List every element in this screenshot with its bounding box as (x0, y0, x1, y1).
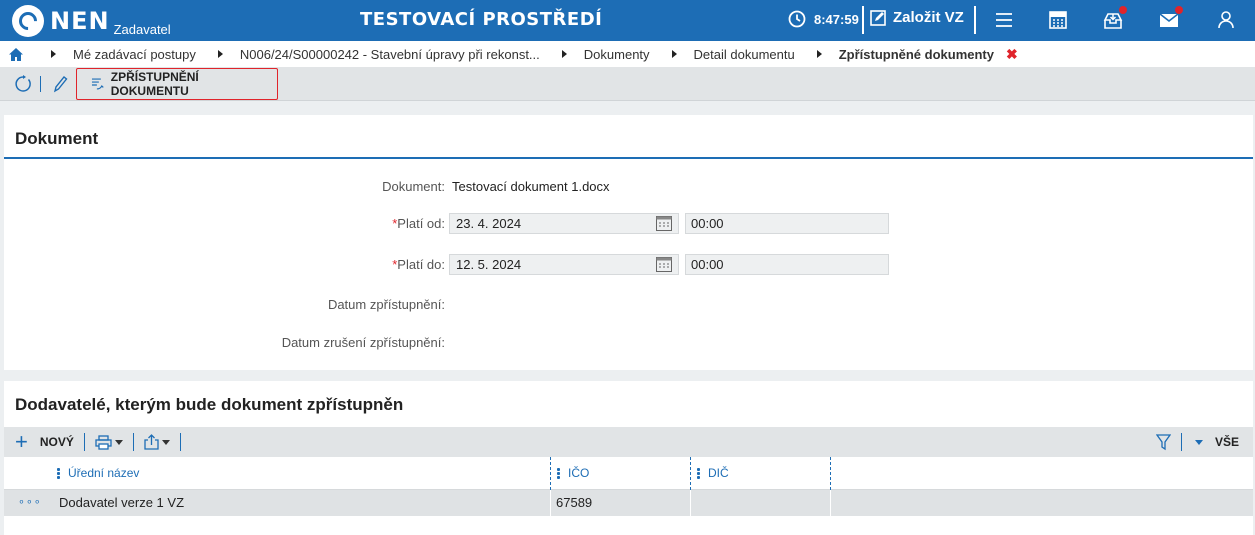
column-header-dic[interactable]: DIČ (697, 466, 729, 480)
session-time: 8:47:59 (814, 11, 859, 27)
environment-title: TESTOVACÍ PROSTŘEDÍ (360, 9, 603, 30)
print-menu-button[interactable] (95, 434, 123, 450)
export-menu-button[interactable] (144, 434, 170, 450)
breadcrumb-current: Zpřístupněné dokumenty (838, 46, 994, 62)
action-toolbar: ZPŘÍSTUPNĚNÍ DOKUMENTU (0, 67, 1255, 101)
more-icon[interactable]: ∘∘∘ (18, 495, 42, 508)
filter-icon[interactable] (1155, 433, 1171, 451)
toolbar-divider (132, 433, 134, 451)
breadcrumb-separator-icon (816, 50, 822, 58)
plus-icon[interactable]: + (15, 431, 28, 453)
access-date-row: Datum zpřístupnění: (4, 294, 1253, 314)
cell-divider (690, 490, 691, 516)
calculator-icon[interactable] (1046, 9, 1070, 31)
column-header-ico[interactable]: IČO (557, 466, 589, 480)
notification-dot (1119, 6, 1127, 14)
menu-icon[interactable] (992, 9, 1016, 31)
section-title: Dokument (4, 115, 1253, 159)
chevron-down-icon[interactable] (1194, 439, 1203, 445)
breadcrumb-item[interactable]: Dokumenty (584, 47, 650, 62)
toolbar-divider (83, 433, 85, 451)
breadcrumb-separator-icon (217, 50, 223, 58)
notification-dot (1175, 6, 1183, 14)
logo[interactable]: NEN Zadavatel (12, 4, 171, 38)
valid-from-row: *Platí od: 23. 4. 2024 00:00 (4, 212, 1253, 234)
valid-from-date-value: 23. 4. 2024 (456, 215, 522, 231)
breadcrumb-separator-icon (51, 50, 56, 58)
pencil-icon[interactable] (52, 75, 68, 93)
calendar-icon[interactable] (656, 256, 672, 272)
breadcrumb: Mé zadávací postupy N006/24/S00000242 - … (0, 41, 1255, 67)
header-divider (862, 6, 864, 34)
column-menu-icon[interactable] (57, 467, 60, 480)
logo-icon (12, 5, 44, 37)
valid-to-date-value: 12. 5. 2024 (456, 256, 522, 272)
document-row: Dokument: Testovací dokument 1.docx (4, 176, 1253, 196)
document-access-icon (91, 78, 104, 90)
valid-to-time-input[interactable]: 00:00 (685, 253, 889, 275)
toolbar-divider (1180, 433, 1182, 451)
breadcrumb-separator-icon (671, 50, 677, 58)
valid-from-date-input[interactable]: 23. 4. 2024 (449, 212, 679, 234)
print-icon (95, 434, 112, 450)
new-vz-button[interactable]: Založit VZ (870, 9, 964, 26)
home-icon[interactable] (9, 47, 23, 61)
column-header-label: Úřední název (68, 466, 140, 480)
access-date-label: Datum zpřístupnění: (327, 296, 445, 312)
edit-box-icon (870, 10, 886, 26)
refresh-icon[interactable] (14, 75, 32, 93)
filter-all-button[interactable]: VŠE (1215, 435, 1239, 449)
mail-icon[interactable] (1157, 6, 1183, 31)
document-value: Testovací dokument 1.docx (452, 178, 610, 194)
new-vz-label: Založit VZ (893, 9, 964, 26)
grid-toolbar: + NOVÝ VŠE (4, 427, 1253, 457)
cell-name: Dodavatel verze 1 VZ (59, 495, 185, 510)
cancel-date-label: Datum zrušení zpřístupnění: (281, 334, 445, 350)
access-document-button[interactable]: ZPŘÍSTUPNĚNÍ DOKUMENTU (76, 68, 278, 100)
table-row[interactable]: ∘∘∘ Dodavatel verze 1 VZ 67589 (4, 490, 1253, 516)
calendar-icon[interactable] (656, 215, 672, 231)
breadcrumb-separator-icon (561, 50, 567, 58)
valid-from-time-input[interactable]: 00:00 (685, 212, 889, 234)
breadcrumb-item[interactable]: N006/24/S00000242 - Stavební úpravy při … (240, 47, 540, 62)
column-menu-icon[interactable] (697, 467, 700, 480)
cancel-date-row: Datum zrušení zpřístupnění: (4, 332, 1253, 352)
close-icon[interactable]: ✖ (1006, 46, 1018, 63)
new-supplier-button[interactable]: NOVÝ (40, 435, 74, 449)
document-label: Dokument: (382, 178, 445, 194)
user-icon[interactable] (1214, 9, 1238, 31)
logo-subtitle: Zadavatel (113, 21, 171, 37)
export-icon (144, 434, 159, 450)
suppliers-section: Dodavatelé, kterým bude dokument zpřístu… (4, 381, 1253, 535)
breadcrumb-item[interactable]: Mé zadávací postupy (73, 47, 196, 62)
cell-divider (830, 490, 831, 516)
column-menu-icon[interactable] (557, 467, 560, 480)
cell-divider (550, 490, 551, 516)
breadcrumb-item[interactable]: Detail dokumentu (694, 47, 795, 62)
clock-icon (788, 10, 806, 28)
valid-from-label: *Platí od: (392, 215, 445, 231)
valid-to-label: *Platí do: (392, 256, 445, 272)
cell-ico: 67589 (556, 495, 593, 510)
chevron-down-icon (161, 439, 170, 445)
toolbar-divider (179, 433, 181, 451)
grid-filter-area: VŠE (1155, 433, 1239, 451)
header-divider (974, 6, 976, 34)
section-title: Dodavatelé, kterým bude dokument zpřístu… (15, 395, 404, 414)
access-document-label: ZPŘÍSTUPNĚNÍ DOKUMENTU (110, 70, 199, 98)
column-header-name[interactable]: Úřední název (57, 466, 139, 480)
document-section: Dokument Dokument: Testovací dokument 1.… (4, 115, 1253, 370)
valid-to-row: *Platí do: 12. 5. 2024 00:00 (4, 253, 1253, 275)
toolbar-divider (40, 76, 41, 92)
top-bar: NEN Zadavatel TESTOVACÍ PROSTŘEDÍ 8:47:5… (0, 0, 1255, 41)
logo-text: NEN (50, 7, 110, 35)
inbox-icon[interactable] (1101, 6, 1127, 31)
column-header-label: IČO (568, 466, 590, 480)
session-timer: 8:47:59 (788, 10, 859, 28)
column-header-label: DIČ (708, 466, 729, 480)
chevron-down-icon (114, 439, 123, 445)
grid-header: Úřední název IČO DIČ (4, 457, 1253, 515)
valid-to-date-input[interactable]: 12. 5. 2024 (449, 253, 679, 275)
